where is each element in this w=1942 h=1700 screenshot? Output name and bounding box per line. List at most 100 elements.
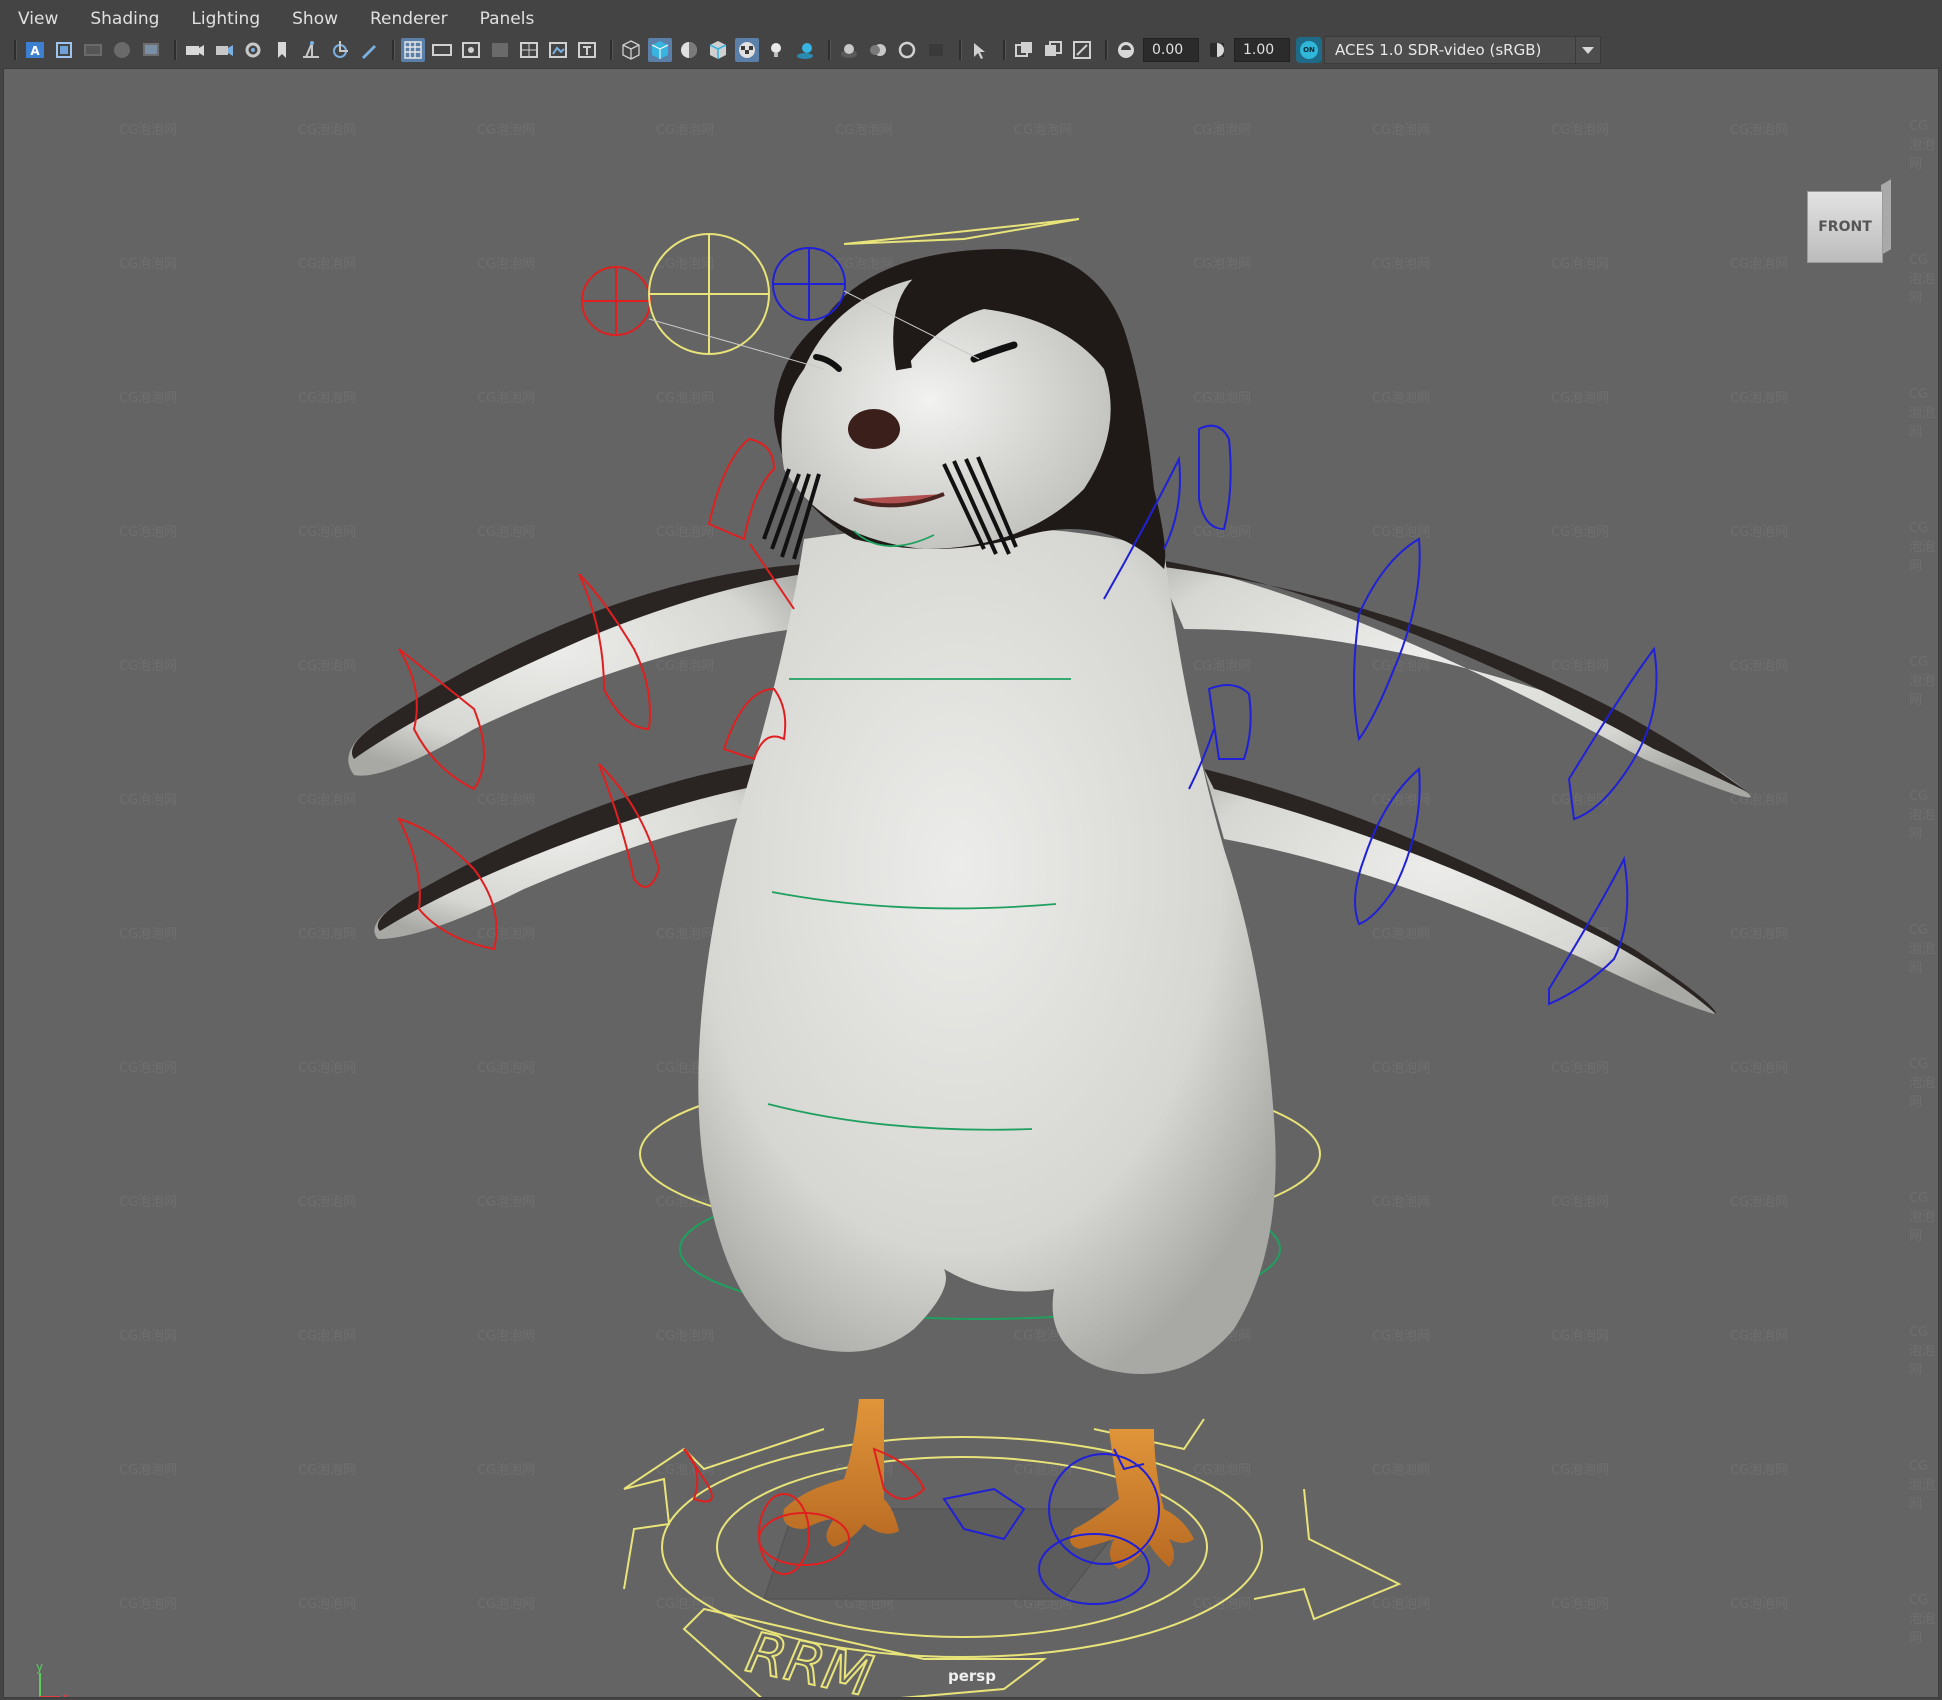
field-chart-icon xyxy=(520,42,538,58)
xray-active-button[interactable] xyxy=(1041,38,1065,62)
scene-canvas: RRM xyxy=(348,218,1751,1698)
toolbar-separator xyxy=(1105,40,1108,60)
toolbar-separator xyxy=(392,40,395,60)
motion-blur-button[interactable] xyxy=(866,38,890,62)
bookmark-icon xyxy=(278,42,286,58)
panel-menubar: View Shading Lighting Show Renderer Pane… xyxy=(0,0,1942,38)
ambient-occlusion-icon xyxy=(841,44,857,58)
backface-culling-button[interactable] xyxy=(1070,38,1094,62)
penguin-body xyxy=(698,526,1276,1374)
axis-label-z: z xyxy=(26,1697,32,1698)
paint-tool-button[interactable] xyxy=(357,38,381,62)
exposure-field[interactable]: 0.00 xyxy=(1143,38,1199,62)
beak xyxy=(848,409,900,449)
exposure-toggle-button[interactable] xyxy=(1114,38,1138,62)
axis-label-x: x xyxy=(62,1690,69,1698)
shadows-button[interactable] xyxy=(793,38,817,62)
menu-lighting[interactable]: Lighting xyxy=(171,0,272,38)
menu-show[interactable]: Show xyxy=(272,0,350,38)
resolution-gate-button[interactable] xyxy=(459,38,483,62)
manipulator-button[interactable] xyxy=(328,38,352,62)
svg-text:A: A xyxy=(30,44,40,58)
exposure-icon xyxy=(1118,42,1134,58)
shadow-sphere-icon xyxy=(797,43,813,59)
film-gate-button[interactable] xyxy=(430,38,454,62)
grease-pencil-button[interactable] xyxy=(299,38,323,62)
toolbar-separator xyxy=(1003,40,1006,60)
depth-of-field-icon xyxy=(929,44,943,56)
view-transform-dropdown-arrow[interactable] xyxy=(1576,36,1601,64)
safe-title-button[interactable] xyxy=(575,38,599,62)
isolate-select-icon xyxy=(974,43,985,59)
material-sphere-icon xyxy=(681,42,697,58)
textured-button[interactable] xyxy=(706,38,730,62)
sphere-icon xyxy=(114,42,130,58)
screen-space-ao-button[interactable] xyxy=(837,38,861,62)
backface-icon xyxy=(1073,41,1091,59)
chevron-down-icon xyxy=(1582,47,1594,54)
gamma-toggle-button[interactable] xyxy=(1205,38,1229,62)
view-transform-dropdown[interactable]: ACES 1.0 SDR-video (sRGB) xyxy=(1324,36,1576,64)
color-management-toggle[interactable]: ON xyxy=(1296,37,1322,63)
right-flipper-upper xyxy=(1154,559,1751,798)
toolbar-separator xyxy=(959,40,962,60)
gamma-icon xyxy=(1210,43,1224,57)
motion-blur-icon xyxy=(870,44,886,56)
xray-active-icon xyxy=(1045,41,1062,56)
menu-shading[interactable]: Shading xyxy=(70,0,171,38)
grid-axis-icon xyxy=(303,41,319,58)
menu-view[interactable]: View xyxy=(0,0,70,38)
checker-icon xyxy=(739,42,755,58)
light-bulb-icon xyxy=(771,43,781,57)
wireframe-button[interactable] xyxy=(619,38,643,62)
default-material-button[interactable] xyxy=(677,38,701,62)
camera-attributes-button[interactable] xyxy=(52,38,76,62)
smooth-shade-button[interactable] xyxy=(648,38,672,62)
anti-aliasing-button[interactable] xyxy=(895,38,919,62)
image-plane-button[interactable] xyxy=(110,38,134,62)
view-cube[interactable]: FRONT xyxy=(1807,179,1891,263)
3d-viewport[interactable]: CG泡泡网 CG泡泡网 CG泡泡网 CG泡泡网 CG泡泡网 CG泡泡网 CG泡泡网 CG泡泡网… xyxy=(3,68,1939,1698)
ground-control-label: RRM xyxy=(741,1620,878,1698)
toolbar-separator xyxy=(828,40,831,60)
textured-cube-icon xyxy=(709,41,727,59)
frame-icon xyxy=(56,42,72,58)
2d-pan-zoom-button[interactable] xyxy=(139,38,163,62)
select-camera-icon: A xyxy=(26,42,44,58)
gate-mask-button[interactable] xyxy=(488,38,512,62)
pencil-icon xyxy=(362,45,376,59)
depth-of-field-button[interactable] xyxy=(924,38,948,62)
camera-settings-button[interactable] xyxy=(241,38,265,62)
on-badge-label: ON xyxy=(1300,41,1318,59)
right-flipper-lower xyxy=(1204,769,1716,1014)
menu-renderer[interactable]: Renderer xyxy=(350,0,460,38)
camera-name-label: persp xyxy=(948,1667,996,1685)
field-chart-button[interactable] xyxy=(517,38,541,62)
isolate-select-button[interactable] xyxy=(968,38,992,62)
gate-mask-icon xyxy=(492,43,508,57)
bookmarks-button[interactable] xyxy=(81,38,105,62)
xray-joints-icon xyxy=(1015,42,1032,57)
ground-grid xyxy=(763,1508,1136,1600)
toolbar-separator xyxy=(610,40,613,60)
camera-button[interactable] xyxy=(183,38,207,62)
menu-panels[interactable]: Panels xyxy=(460,0,547,38)
anti-alias-icon xyxy=(898,41,916,59)
maya-viewport-panel: View Shading Lighting Show Renderer Pane… xyxy=(0,0,1942,1700)
select-camera-button[interactable]: A xyxy=(23,38,47,62)
grid-icon xyxy=(404,41,422,59)
safe-action-button[interactable] xyxy=(546,38,570,62)
bookmark-button[interactable] xyxy=(270,38,294,62)
camera-lock-button[interactable] xyxy=(212,38,236,62)
safe-title-icon xyxy=(578,42,596,58)
toolbar-separator xyxy=(174,40,177,60)
gamma-field[interactable]: 1.00 xyxy=(1234,38,1290,62)
film-icon xyxy=(84,44,102,56)
use-all-lights-button[interactable] xyxy=(764,38,788,62)
xray-joints-button[interactable] xyxy=(1012,38,1036,62)
head-top-control[interactable] xyxy=(843,218,1080,245)
safe-action-icon xyxy=(549,42,567,58)
xray-button[interactable] xyxy=(735,38,759,62)
view-cube-front-face[interactable]: FRONT xyxy=(1807,191,1883,263)
grid-toggle-button[interactable] xyxy=(401,38,425,62)
